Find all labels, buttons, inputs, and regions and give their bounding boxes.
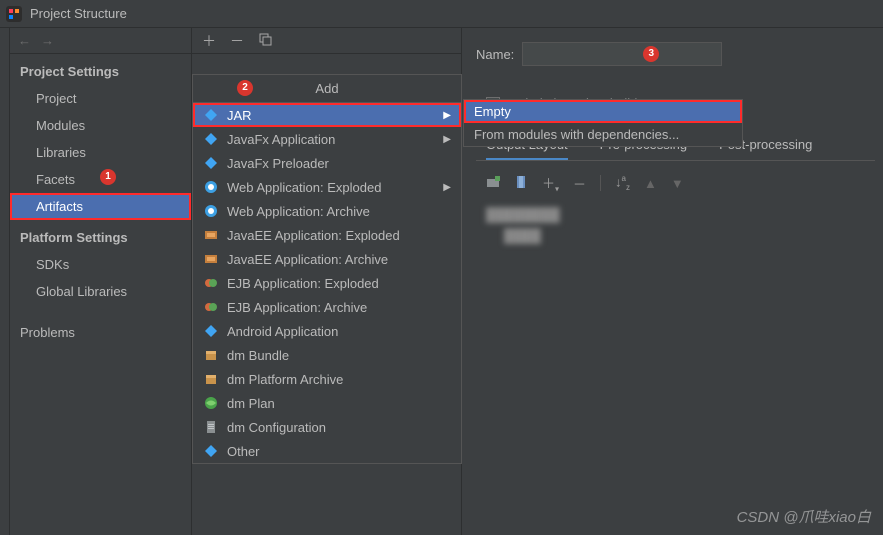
title-bar: Project Structure: [0, 0, 883, 28]
box-icon: [203, 347, 219, 363]
diamond-icon: [203, 155, 219, 171]
add-artifact-menu: Add 2 JAR ▶ JavaFx Application ▶ JavaFx …: [192, 74, 462, 464]
menu-item-dm-bundle[interactable]: dm Bundle: [193, 343, 461, 367]
ejb-icon: [203, 275, 219, 291]
diamond-icon: [203, 323, 219, 339]
sidebar-item-libraries[interactable]: Libraries: [10, 139, 191, 166]
menu-item-ejb-exploded[interactable]: EJB Application: Exploded: [193, 271, 461, 295]
menu-item-javafx-app[interactable]: JavaFx Application ▶: [193, 127, 461, 151]
tree-item[interactable]: ████: [486, 225, 865, 246]
menu-item-android-app[interactable]: Android Application: [193, 319, 461, 343]
submenu-item-from-modules[interactable]: From modules with dependencies...: [464, 123, 742, 146]
menu-header: Add 2: [193, 75, 461, 103]
section-platform-settings: Platform Settings: [10, 220, 191, 251]
ejb-icon: [203, 299, 219, 315]
output-layout-toolbar: ＋▾ － ↓az ▲ ▼: [476, 169, 875, 198]
name-row: Name: 3: [476, 42, 875, 66]
remove-artifact-button[interactable]: －: [230, 31, 244, 51]
sidebar-item-global-libraries[interactable]: Global Libraries: [10, 278, 191, 305]
submenu-item-empty[interactable]: Empty: [464, 100, 742, 123]
move-up-icon[interactable]: ▲: [644, 176, 657, 191]
nav-history: ← →: [10, 28, 191, 54]
back-icon[interactable]: ←: [18, 33, 31, 48]
menu-item-javaee-archive[interactable]: JavaEE Application: Archive: [193, 247, 461, 271]
menu-item-web-archive[interactable]: Web Application: Archive: [193, 199, 461, 223]
javaee-icon: [203, 227, 219, 243]
artifact-toolbar: ＋ －: [192, 28, 461, 54]
new-archive-icon[interactable]: [514, 175, 528, 192]
tree-item[interactable]: ████████: [486, 204, 865, 225]
sidebar-item-facets[interactable]: Facets 1: [10, 166, 191, 193]
menu-item-dm-platform-archive[interactable]: dm Platform Archive: [193, 367, 461, 391]
add-copy-icon[interactable]: ＋▾: [542, 173, 559, 194]
box-icon: [203, 371, 219, 387]
web-icon: [203, 179, 219, 195]
output-layout-tree[interactable]: ████████ ████: [476, 198, 875, 252]
annotation-badge-2: 2: [237, 80, 253, 96]
jar-submenu: Empty From modules with dependencies...: [463, 99, 743, 147]
move-down-icon[interactable]: ▼: [671, 176, 684, 191]
diamond-icon: [203, 107, 219, 123]
section-project-settings: Project Settings: [10, 54, 191, 85]
menu-item-javafx-preloader[interactable]: JavaFx Preloader: [193, 151, 461, 175]
menu-item-web-exploded[interactable]: Web Application: Exploded ▶: [193, 175, 461, 199]
sidebar-item-modules[interactable]: Modules: [10, 112, 191, 139]
menu-item-other[interactable]: Other: [193, 439, 461, 463]
sidebar-item-problems[interactable]: Problems: [10, 319, 191, 346]
tool-window-strip: [0, 28, 10, 535]
forward-icon[interactable]: →: [41, 33, 54, 48]
remove-icon[interactable]: －: [573, 174, 586, 193]
chevron-right-icon: ▶: [443, 110, 451, 121]
menu-item-javaee-exploded[interactable]: JavaEE Application: Exploded: [193, 223, 461, 247]
new-folder-icon[interactable]: [486, 175, 500, 192]
sort-icon[interactable]: ↓az: [615, 174, 630, 192]
chevron-right-icon: ▶: [443, 182, 451, 193]
javaee-icon: [203, 251, 219, 267]
chevron-right-icon: ▶: [443, 134, 451, 145]
menu-item-jar[interactable]: JAR ▶: [193, 103, 461, 127]
web-icon: [203, 203, 219, 219]
sidebar-item-artifacts[interactable]: Artifacts: [10, 193, 191, 220]
sidebar: ← → Project Settings Project Modules Lib…: [10, 28, 192, 535]
add-artifact-button[interactable]: ＋: [202, 31, 216, 51]
diamond-icon: [203, 131, 219, 147]
copy-artifact-button[interactable]: [258, 32, 272, 49]
sidebar-item-project[interactable]: Project: [10, 85, 191, 112]
artifact-list-panel: ＋ － Add 2 JAR ▶ JavaFx Application ▶: [192, 28, 462, 535]
annotation-badge-3: 3: [643, 46, 659, 62]
menu-item-dm-configuration[interactable]: dm Configuration: [193, 415, 461, 439]
annotation-badge-1: 1: [100, 169, 116, 185]
file-icon: [203, 419, 219, 435]
menu-item-dm-plan[interactable]: dm Plan: [193, 391, 461, 415]
globe-icon: [203, 395, 219, 411]
artifact-name-input[interactable]: 3: [522, 42, 722, 66]
app-icon: [6, 6, 22, 22]
name-label: Name:: [476, 47, 514, 62]
diamond-icon: [203, 443, 219, 459]
menu-item-ejb-archive[interactable]: EJB Application: Archive: [193, 295, 461, 319]
sidebar-item-sdks[interactable]: SDKs: [10, 251, 191, 278]
window-title: Project Structure: [30, 6, 127, 21]
